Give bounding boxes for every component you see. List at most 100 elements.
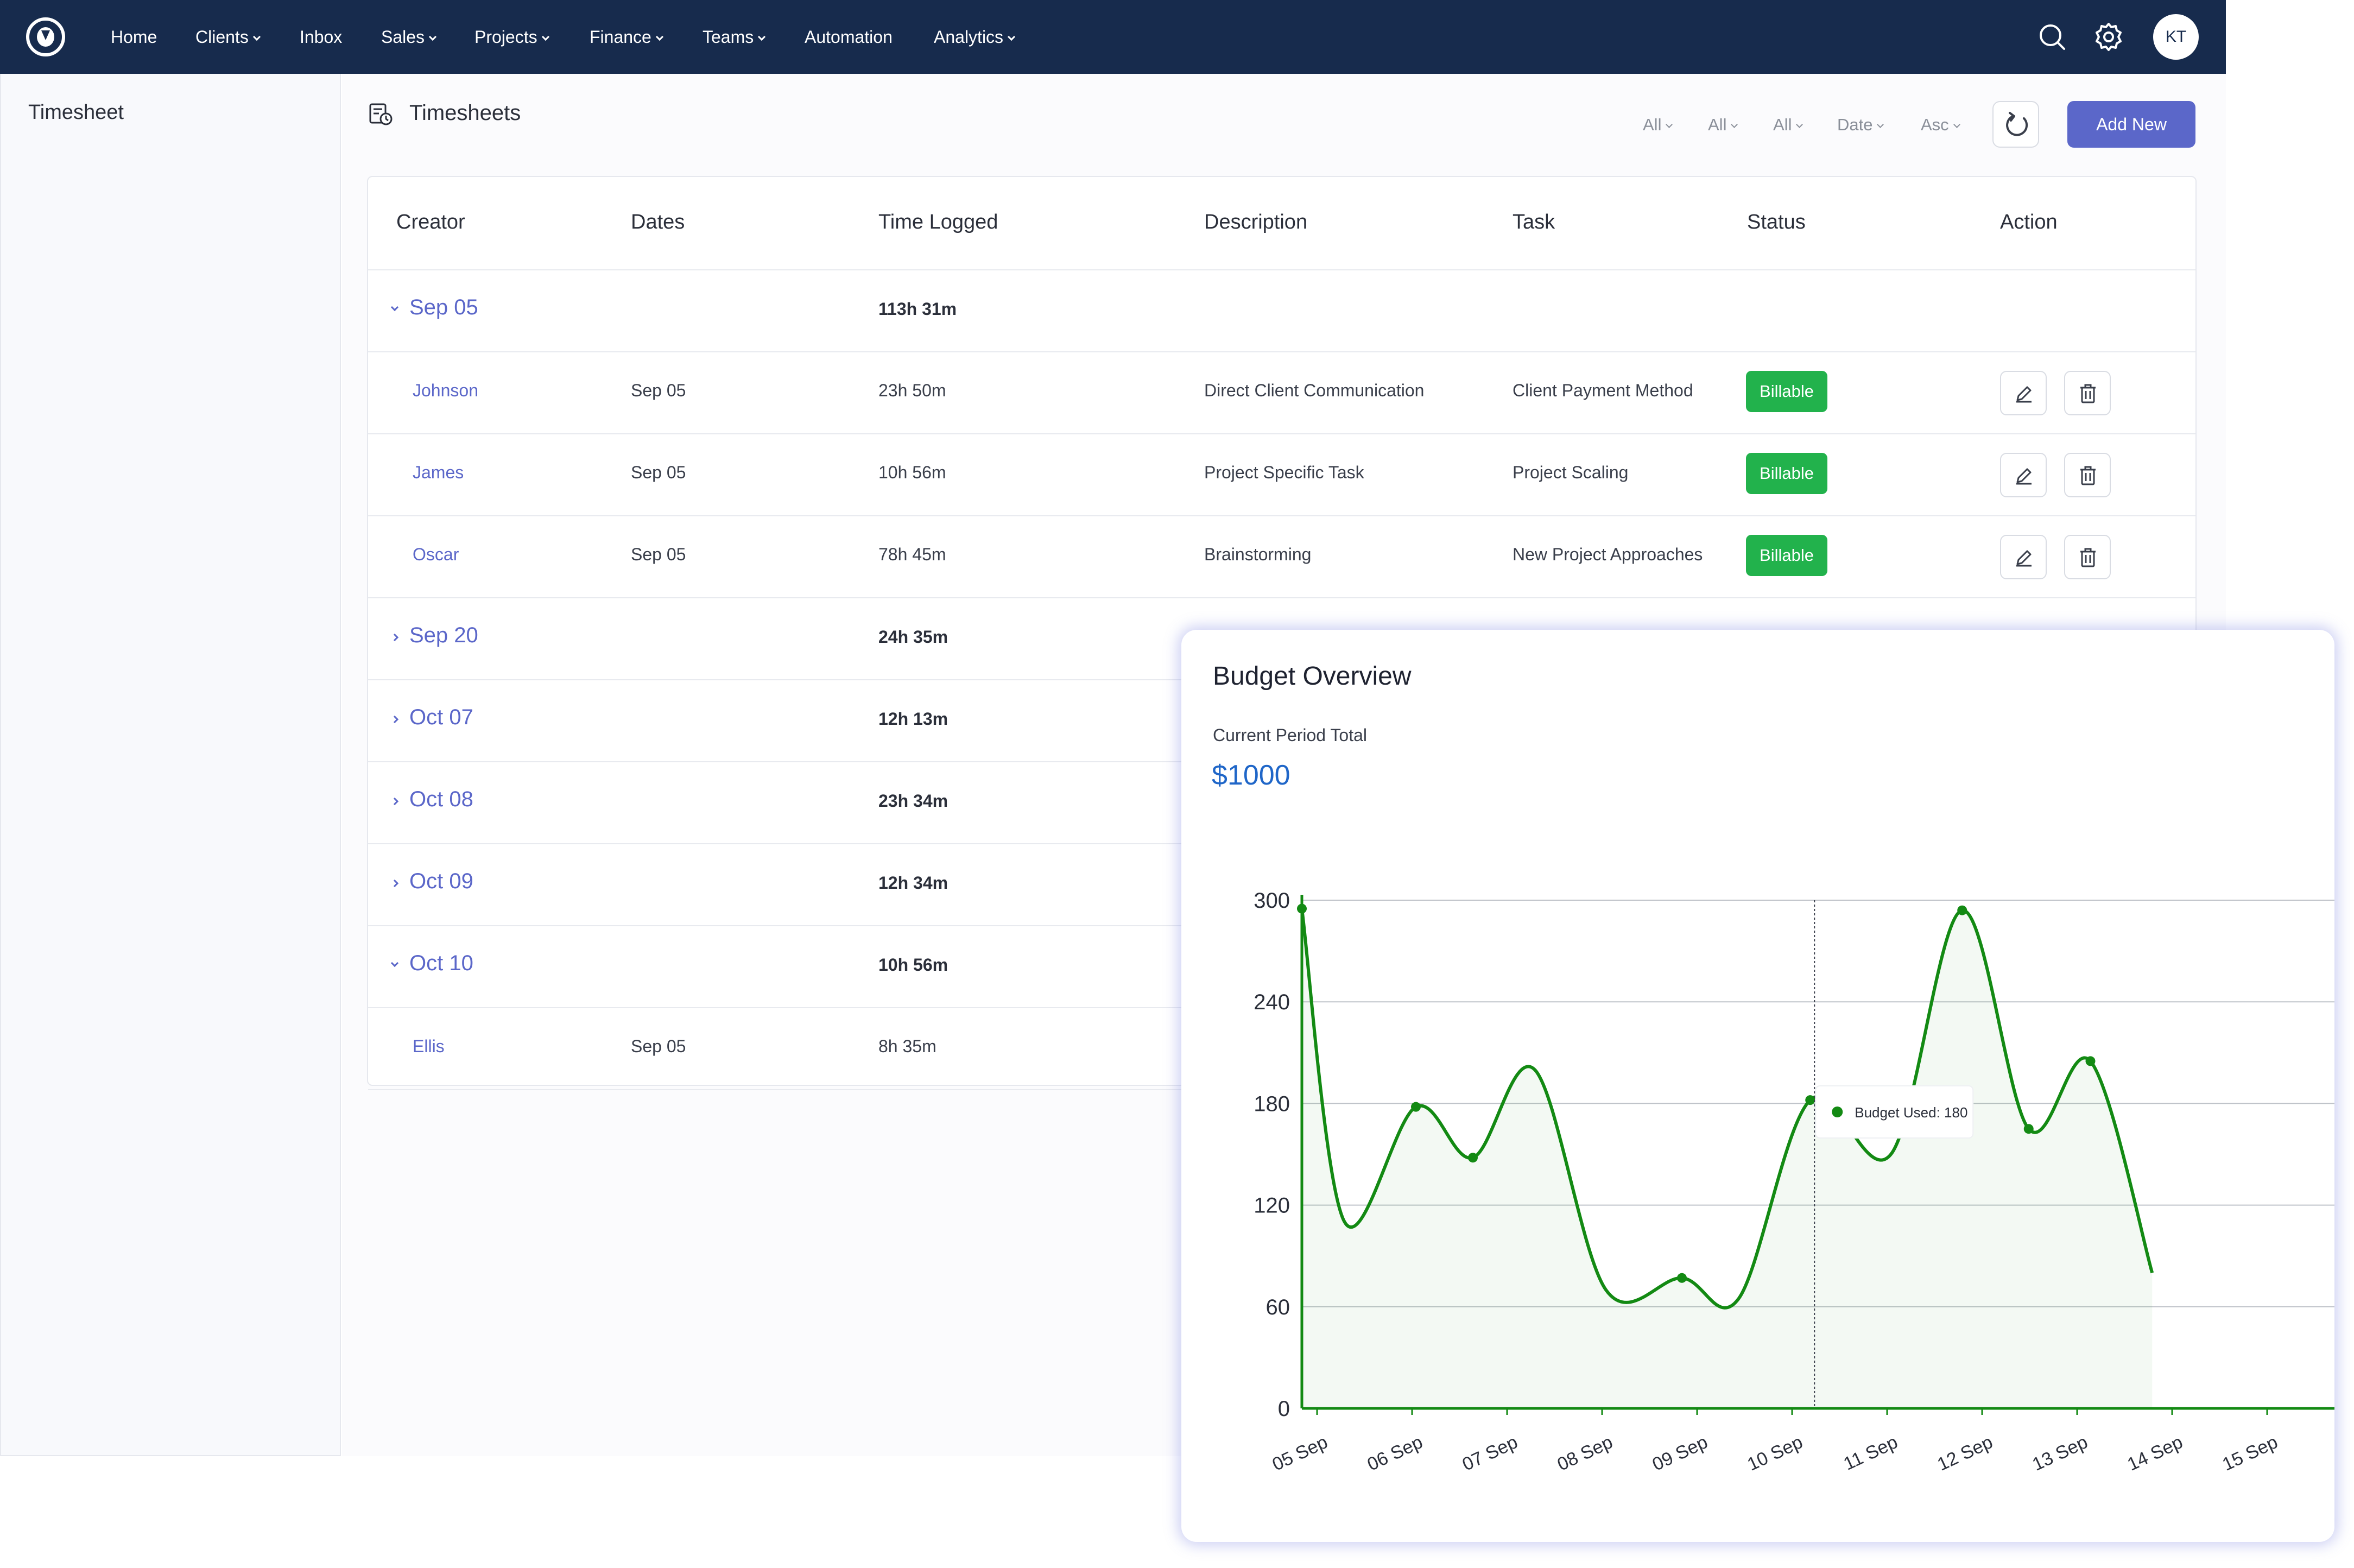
- trash-icon: [2080, 548, 2096, 567]
- data-point[interactable]: [1805, 1095, 1815, 1105]
- group-total-time: 10h 56m: [878, 955, 948, 975]
- group-date-label: Oct 07: [409, 705, 473, 729]
- group-total-time: 24h 35m: [878, 627, 948, 647]
- timesheet-icon: [369, 103, 393, 125]
- nav-item-finance[interactable]: Finance: [590, 0, 663, 74]
- budget-chart[interactable]: 0 60 120 180 240 300 05 Sep 06 Sep 07 Sep 08 Sep 0…: [1181, 630, 2334, 1542]
- data-point[interactable]: [2023, 1124, 2034, 1134]
- data-point[interactable]: [2085, 1056, 2096, 1066]
- y-tick-label: 0: [1278, 1397, 1290, 1421]
- delete-button[interactable]: [2064, 371, 2111, 415]
- group-toggle-sep-05[interactable]: Sep 05: [390, 295, 478, 320]
- nav-item-clients[interactable]: Clients: [195, 0, 261, 74]
- x-tick-label: 14 Sep: [2124, 1432, 2186, 1475]
- group-date-label: Oct 09: [409, 869, 473, 893]
- x-tick-label: 06 Sep: [1364, 1432, 1426, 1475]
- column-header-action: Action: [2000, 211, 2058, 233]
- edit-button[interactable]: [2000, 371, 2047, 415]
- chevron-down-icon: [1731, 121, 1738, 128]
- description-cell: Brainstorming: [1204, 545, 1312, 564]
- group-toggle-oct-09[interactable]: Oct 09: [390, 869, 473, 894]
- group-total-time: 12h 13m: [878, 709, 948, 729]
- nav-item-label: Sales: [381, 27, 425, 47]
- nav-item-home[interactable]: Home: [111, 0, 157, 74]
- filter-label: Asc: [1921, 115, 1949, 134]
- y-tick-label: 180: [1254, 1092, 1290, 1116]
- creator-link[interactable]: Johnson: [413, 381, 478, 401]
- nav-item-inbox[interactable]: Inbox: [300, 0, 342, 74]
- nav-item-label: Inbox: [300, 27, 343, 47]
- creator-link[interactable]: Ellis: [413, 1036, 445, 1057]
- data-point[interactable]: [1677, 1273, 1687, 1283]
- edit-button[interactable]: [2000, 535, 2047, 579]
- column-header-time-logged: Time Logged: [878, 211, 998, 233]
- group-toggle-sep-20[interactable]: Sep 20: [390, 623, 478, 648]
- chevron-down-icon: [1953, 121, 1960, 128]
- chevron-down-icon: [390, 303, 399, 312]
- data-point[interactable]: [1468, 1153, 1478, 1163]
- x-tick-label: 11 Sep: [1840, 1432, 1901, 1475]
- nav-item-analytics[interactable]: Analytics: [934, 0, 1016, 74]
- group-date-label: Oct 10: [409, 951, 473, 975]
- task-cell: Client Payment Method: [1513, 381, 1693, 400]
- row-divider: [368, 597, 2195, 598]
- status-badge: Billable: [1746, 453, 1827, 494]
- time-logged-cell: 23h 50m: [878, 381, 946, 400]
- filter-label: Date: [1837, 115, 1873, 134]
- filter-dropdown-4[interactable]: Date: [1837, 115, 1884, 135]
- chevron-down-icon: [390, 959, 399, 968]
- series-area: [1302, 908, 2153, 1408]
- x-tick-label: 09 Sep: [1649, 1432, 1711, 1475]
- y-tick-label: 120: [1254, 1194, 1290, 1218]
- chevron-down-icon: [1877, 121, 1884, 128]
- data-point[interactable]: [1411, 1102, 1421, 1112]
- data-point[interactable]: [1957, 905, 1967, 915]
- chevron-down-icon: [758, 33, 766, 41]
- creator-link[interactable]: Oscar: [413, 545, 459, 565]
- top-navbar: Home Clients Inbox Sales Projects Finance Team…: [0, 0, 2226, 74]
- sidebar-item-timesheet[interactable]: Timesheet: [28, 101, 124, 124]
- group-date-label: Oct 08: [409, 787, 473, 811]
- task-cell: New Project Approaches: [1513, 545, 1703, 564]
- filter-dropdown-5[interactable]: Asc: [1921, 115, 1960, 135]
- refresh-button[interactable]: [1992, 101, 2039, 148]
- search-icon[interactable]: [2037, 22, 2067, 52]
- group-toggle-oct-08[interactable]: Oct 08: [390, 787, 473, 812]
- refresh-icon: [2006, 112, 2028, 136]
- filter-label: All: [1643, 115, 1662, 134]
- data-point[interactable]: [1297, 903, 1307, 914]
- group-total-time: 12h 34m: [878, 873, 948, 893]
- filter-dropdown-1[interactable]: All: [1643, 115, 1673, 135]
- chevron-down-icon: [428, 33, 437, 41]
- nav-item-projects[interactable]: Projects: [474, 0, 549, 74]
- nav-item-label: Projects: [474, 27, 537, 47]
- app-logo[interactable]: [26, 17, 65, 56]
- nav-item-sales[interactable]: Sales: [381, 0, 437, 74]
- add-new-button[interactable]: Add New: [2067, 101, 2195, 148]
- user-avatar[interactable]: KT: [2153, 14, 2199, 60]
- group-toggle-oct-10[interactable]: Oct 10: [390, 951, 473, 976]
- creator-link[interactable]: James: [413, 463, 464, 483]
- tooltip-marker: [1832, 1107, 1843, 1117]
- group-toggle-oct-07[interactable]: Oct 07: [390, 705, 473, 730]
- pencil-icon: [2016, 550, 2032, 567]
- date-cell: Sep 05: [631, 381, 686, 400]
- x-tick-label: 15 Sep: [2219, 1432, 2281, 1475]
- nav-item-teams[interactable]: Teams: [703, 0, 766, 74]
- delete-button[interactable]: [2064, 453, 2111, 497]
- page-title: Timesheets: [409, 101, 521, 125]
- edit-button[interactable]: [2000, 453, 2047, 497]
- nav-item-automation[interactable]: Automation: [805, 0, 893, 74]
- settings-icon[interactable]: [2093, 22, 2124, 52]
- group-date-label: Sep 20: [409, 623, 478, 647]
- description-cell: Direct Client Communication: [1204, 381, 1425, 400]
- task-cell: Project Scaling: [1513, 463, 1629, 482]
- tooltip-text: Budget Used: 180: [1855, 1104, 1967, 1121]
- logo-mark: [37, 27, 54, 47]
- y-tick-label: 300: [1254, 889, 1290, 913]
- chevron-down-icon: [1666, 121, 1673, 128]
- filter-dropdown-3[interactable]: All: [1773, 115, 1804, 135]
- delete-button[interactable]: [2064, 535, 2111, 579]
- column-header-creator: Creator: [396, 211, 465, 233]
- filter-dropdown-2[interactable]: All: [1708, 115, 1738, 135]
